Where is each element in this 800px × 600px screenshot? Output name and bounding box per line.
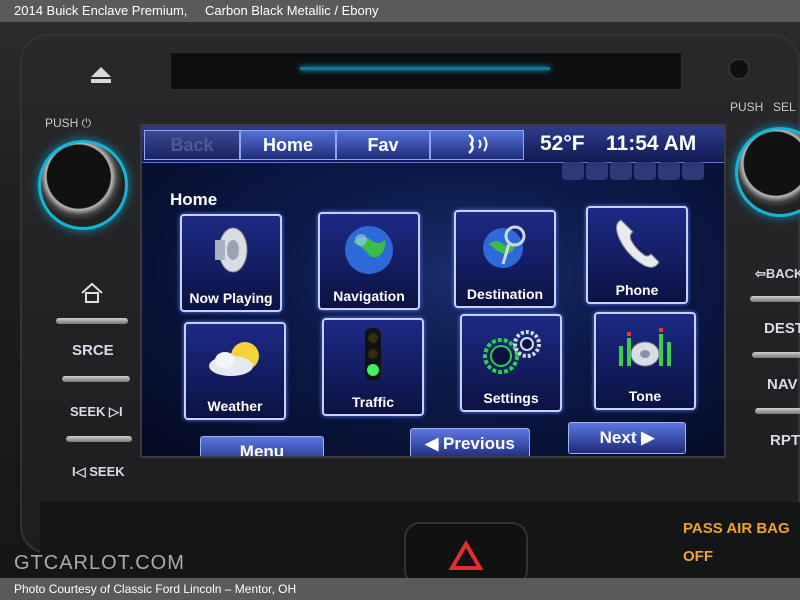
tile-label: Tone [628, 388, 662, 404]
tile-label: Traffic [351, 394, 394, 410]
status-icon [562, 162, 584, 180]
previous-label: Previous [443, 434, 515, 453]
tile-label: Phone [615, 282, 659, 298]
touchscreen: Back Home Fav 52°F 11:54 AM Home Now Pla… [140, 124, 726, 458]
tile-weather[interactable]: Weather [184, 322, 286, 420]
seek-forward-button[interactable]: SEEK ▷I [70, 404, 123, 420]
top-nav-bar: Back Home Fav 52°F 11:54 AM [142, 126, 724, 163]
eject-icon[interactable] [90, 66, 112, 84]
previous-button[interactable]: ◀ Previous [410, 428, 530, 456]
caption-bar: 2014 Buick Enclave Premium, Carbon Black… [0, 0, 800, 22]
reset-pinhole [728, 58, 750, 80]
clock-readout: 11:54 AM [606, 132, 697, 155]
vehicle-title: 2014 Buick Enclave Premium, [14, 3, 188, 18]
push-power-label: PUSH ⏻ [45, 116, 92, 130]
watermark: GTCARLOT.COM [14, 552, 185, 574]
weather-icon [209, 342, 259, 376]
vehicle-color: Carbon Black Metallic / Ebony [205, 3, 379, 18]
page-title: Home [170, 190, 218, 209]
back-tab[interactable]: Back [144, 130, 240, 160]
traffic-light-icon [365, 328, 381, 380]
dashboard-photo: PUSH ⏻ PUSH SEL SRCE SEEK ▷I I◁ SEEK ⇦BA… [0, 22, 800, 578]
cd-slot [170, 52, 682, 90]
hw-button-bar[interactable] [755, 408, 800, 414]
tile-label: Destination [466, 286, 544, 302]
tile-phone[interactable]: Phone [586, 206, 688, 304]
status-icon [634, 162, 656, 180]
seek-back-button[interactable]: I◁ SEEK [72, 464, 125, 480]
status-icon [658, 162, 680, 180]
chevron-right-icon: ▶ [641, 428, 655, 447]
srce-button[interactable]: SRCE [72, 342, 114, 359]
hw-button-bar[interactable] [750, 296, 800, 302]
volume-knob[interactable] [38, 140, 128, 230]
hw-button-bar[interactable] [62, 376, 130, 382]
globe-icon [345, 226, 393, 274]
tile-traffic[interactable]: Traffic [322, 318, 424, 416]
status-icon [610, 162, 632, 180]
hw-button-bar[interactable] [752, 352, 800, 358]
status-icons [562, 162, 718, 182]
photo-credit: Photo Courtesy of Classic Ford Lincoln –… [14, 582, 297, 596]
tile-label: Navigation [333, 288, 405, 304]
back-hw-button[interactable]: ⇦BACK [755, 266, 800, 282]
gears-icon [483, 330, 541, 374]
temperature-readout: 52°F [540, 132, 585, 155]
hazard-button[interactable] [404, 522, 528, 578]
home-tab[interactable]: Home [240, 130, 336, 160]
next-button[interactable]: Next ▶ [568, 422, 686, 454]
tile-navigation[interactable]: Navigation [318, 212, 420, 310]
menu-button[interactable]: Menu [200, 436, 324, 456]
tile-label: Settings [483, 390, 539, 406]
equalizer-icon [619, 328, 671, 367]
push-label-right: PUSH [730, 100, 764, 114]
dest-hw-button[interactable]: DEST [764, 320, 800, 337]
tile-settings[interactable]: Settings [460, 314, 562, 412]
speaker-icon [215, 227, 248, 273]
air-bag-off-label: OFF [683, 548, 713, 565]
slot-light [300, 67, 550, 70]
phone-icon [615, 219, 660, 268]
hw-button-bar[interactable] [56, 318, 128, 324]
tile-label: Now Playing [189, 290, 273, 306]
rpt-hw-button[interactable]: RPT [770, 432, 800, 449]
credit-bar: Photo Courtesy of Classic Ford Lincoln –… [0, 578, 800, 600]
chevron-left-icon: ◀ [425, 434, 439, 453]
pass-air-bag-label: PASS AIR BAG [683, 520, 790, 537]
tile-label: Weather [207, 398, 263, 414]
sel-label: SEL [773, 100, 796, 114]
status-icon [586, 162, 608, 180]
next-label: Next [599, 428, 637, 447]
tile-destination[interactable]: Destination [454, 210, 556, 308]
destination-icon [483, 225, 526, 268]
voice-tab[interactable] [430, 130, 524, 160]
bluetooth-icon [682, 162, 704, 180]
tile-now-playing[interactable]: Now Playing [180, 214, 282, 312]
hazard-icon [448, 540, 484, 570]
home-icon[interactable] [80, 282, 104, 304]
voice-command-icon [468, 133, 488, 154]
tile-tone[interactable]: Tone [594, 312, 696, 410]
hw-button-bar[interactable] [66, 436, 132, 442]
fav-tab[interactable]: Fav [336, 130, 430, 160]
nav-hw-button[interactable]: NAV [767, 376, 798, 393]
